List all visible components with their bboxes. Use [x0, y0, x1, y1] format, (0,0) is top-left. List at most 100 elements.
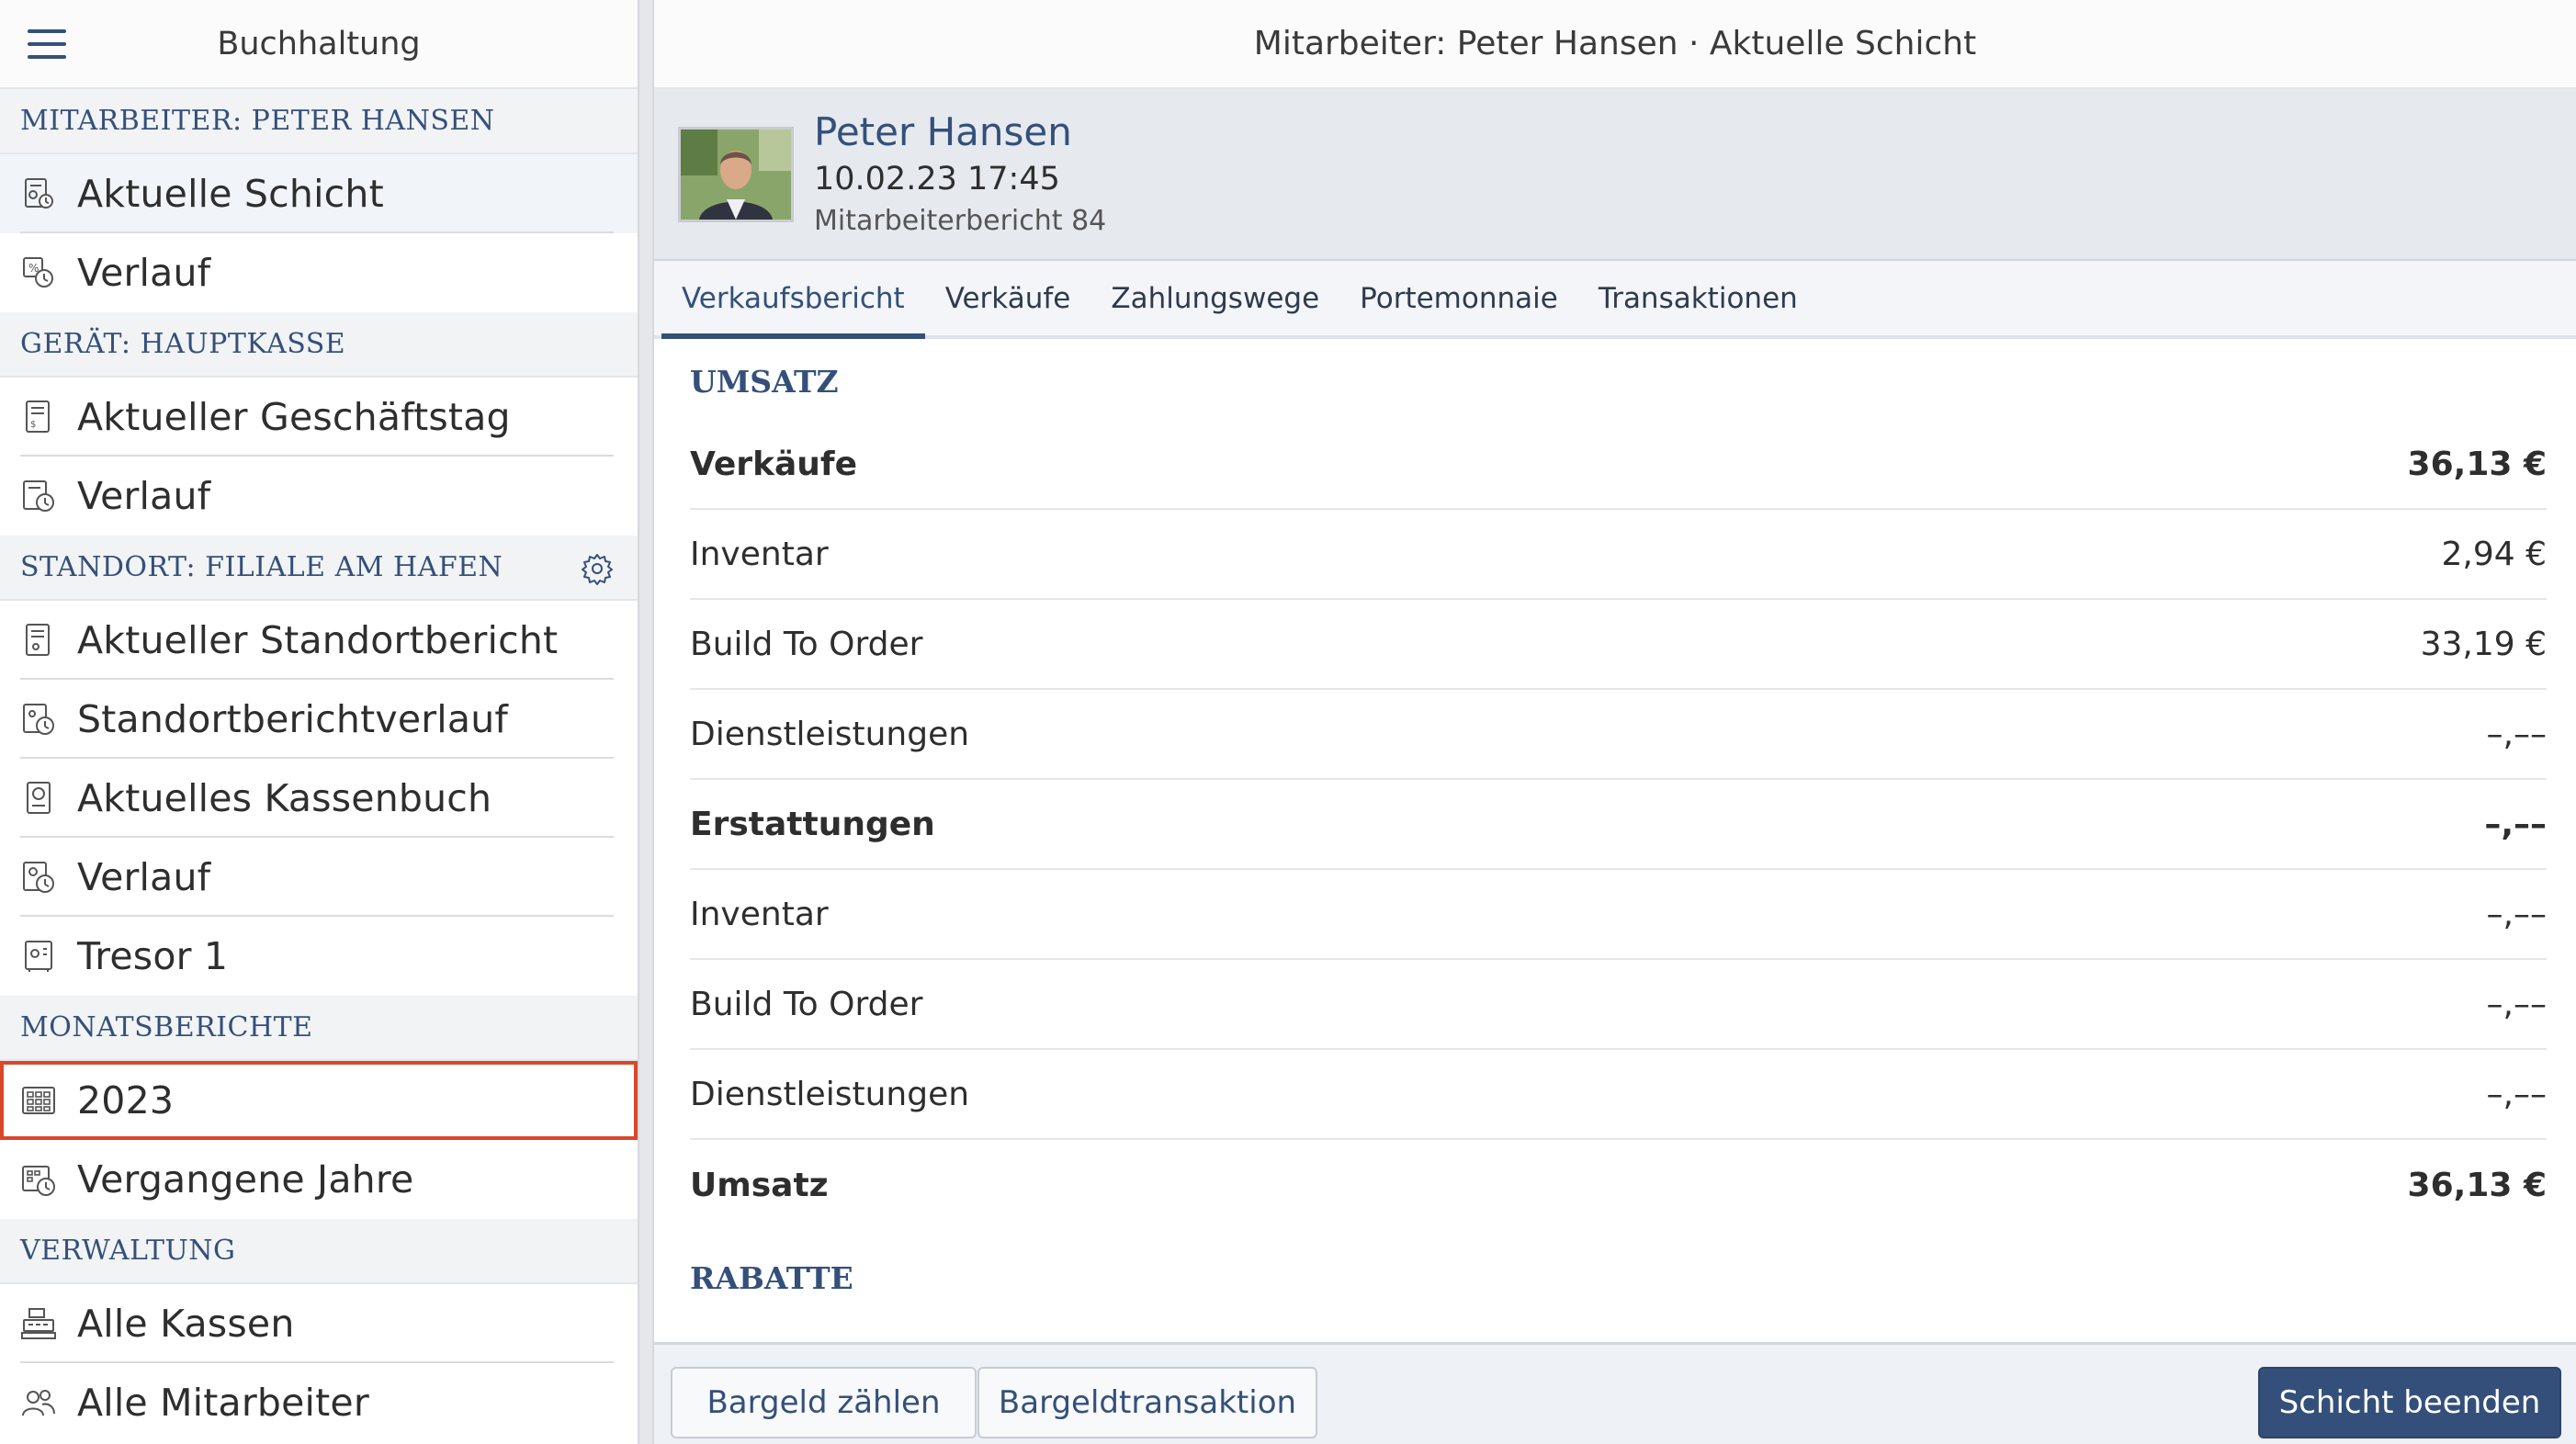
row-value: –,–– — [2486, 715, 2547, 753]
sidebar-item-current-location-report[interactable]: Aktueller Standortbericht — [0, 601, 638, 680]
history-icon — [23, 862, 54, 893]
row-label: Dienstleistungen — [690, 1075, 970, 1113]
row-label: Dienstleistungen — [690, 715, 970, 753]
sidebar-item-label: Verlauf — [77, 855, 211, 899]
row-label: Inventar — [690, 535, 829, 573]
section-label: MITARBEITER: PETER HANSEN — [20, 105, 495, 137]
sidebar-item-cashbook-history[interactable]: Verlauf — [0, 838, 638, 917]
sidebar: Buchhaltung MITARBEITER: PETER HANSEN Ak… — [0, 0, 638, 1444]
shift-report-icon — [25, 178, 53, 209]
sidebar-item-all-employees[interactable]: Alle Mitarbeiter — [0, 1363, 638, 1442]
row-value: 36,13 € — [2407, 1166, 2547, 1204]
sidebar-item-label: Verlauf — [77, 251, 211, 295]
tab-wallet[interactable]: Portemonnaie — [1339, 261, 1578, 335]
report-row-total: Umsatz 36,13 € — [690, 1140, 2547, 1230]
row-label: Verkäufe — [690, 445, 858, 483]
cashbook-icon — [27, 782, 51, 814]
sidebar-item-label: Alle Mitarbeiter — [77, 1381, 369, 1425]
sidebar-item-label: Verlauf — [77, 474, 211, 518]
section-label: STANDORT: FILIALE AM HAFEN — [20, 551, 503, 583]
sidebar-item-label: Aktuelles Kassenbuch — [77, 776, 492, 820]
row-value: –,–– — [2484, 805, 2547, 843]
sidebar-item-current-shift[interactable]: Aktuelle Schicht — [0, 154, 638, 233]
avatar — [678, 126, 794, 222]
report-row: Inventar 2,94 € — [690, 510, 2547, 600]
row-label: Umsatz — [690, 1166, 829, 1204]
section-header-device: GERÄT: HAUPTKASSE — [0, 312, 638, 378]
sidebar-item-location-report-history[interactable]: Standortberichtverlauf — [0, 680, 638, 759]
sidebar-item-label: Vergangene Jahre — [77, 1157, 414, 1201]
section-header-monthly-reports: MONATSBERICHTE — [0, 996, 638, 1061]
tab-sales-report[interactable]: Verkaufsbericht — [661, 261, 925, 339]
section-label: MONATSBERICHTE — [20, 1011, 313, 1044]
sidebar-item-label: Aktueller Geschäftstag — [77, 395, 511, 439]
report-row: Erstattungen –,–– — [690, 780, 2547, 870]
sales-report[interactable]: UMSATZ Verkäufe 36,13 € Inventar 2,94 € … — [654, 343, 2576, 1342]
tab-bar: Verkaufsbericht Verkäufe Zahlungswege Po… — [654, 261, 2576, 339]
row-value: –,–– — [2486, 1075, 2547, 1113]
sidebar-item-2023[interactable]: 2023 — [0, 1061, 638, 1140]
sidebar-item-all-registers[interactable]: Alle Kassen — [0, 1284, 638, 1363]
calendar-grid-icon — [22, 1087, 55, 1114]
count-cash-button[interactable]: Bargeld zählen — [671, 1367, 977, 1438]
receipt-icon: $ — [26, 400, 50, 433]
sidebar-item-current-cashbook[interactable]: Aktuelles Kassenbuch — [0, 759, 638, 838]
report-row: Build To Order –,–– — [690, 960, 2547, 1050]
cash-transaction-button[interactable]: Bargeldtransaktion — [977, 1367, 1317, 1438]
section-header-administration: VERWALTUNG — [0, 1219, 638, 1284]
end-shift-button[interactable]: Schicht beenden — [2258, 1367, 2561, 1438]
sidebar-item-safe[interactable]: Tresor 1 — [0, 917, 638, 996]
history-icon — [23, 704, 54, 735]
row-value: 36,13 € — [2407, 445, 2547, 483]
section-label: GERÄT: HAUPTKASSE — [20, 328, 346, 360]
section-header-location: STANDORT: FILIALE AM HAFEN — [0, 536, 638, 601]
section-title-revenue: UMSATZ — [690, 363, 839, 400]
sidebar-item-label: Standortberichtverlauf — [77, 697, 509, 741]
sidebar-item-past-years[interactable]: Vergangene Jahre — [0, 1140, 638, 1219]
tab-sales[interactable]: Verkäufe — [925, 261, 1091, 335]
location-report-icon — [26, 624, 50, 656]
row-value: –,–– — [2486, 895, 2547, 933]
split-view-divider[interactable] — [638, 0, 654, 1444]
avatar-image — [681, 129, 791, 220]
shift-datetime: 10.02.23 17:45 — [814, 160, 1060, 197]
sidebar-item-label: Alle Kassen — [77, 1302, 295, 1346]
cash-register-icon — [21, 1308, 56, 1339]
report-number: Mitarbeiterbericht 84 — [814, 204, 1107, 237]
tab-payment-methods[interactable]: Zahlungswege — [1090, 261, 1339, 335]
sidebar-item-device-history[interactable]: Verlauf — [0, 457, 638, 536]
tab-transactions[interactable]: Transaktionen — [1578, 261, 1818, 335]
employee-profile: Peter Hansen 10.02.23 17:45 Mitarbeiterb… — [654, 89, 2576, 261]
employee-name: Peter Hansen — [814, 108, 1072, 154]
sidebar-item-label: Aktueller Standortbericht — [77, 618, 559, 662]
row-label: Build To Order — [690, 985, 923, 1023]
sidebar-item-current-business-day[interactable]: $ Aktueller Geschäftstag — [0, 378, 638, 457]
row-label: Erstattungen — [690, 805, 935, 843]
main-panel: Mitarbeiter: Peter Hansen · Aktuelle Sch… — [654, 0, 2576, 1444]
gear-icon[interactable] — [581, 552, 614, 585]
users-icon — [22, 1390, 55, 1416]
app-window: Buchhaltung MITARBEITER: PETER HANSEN Ak… — [0, 0, 2576, 1444]
calendar-history-icon — [22, 1166, 55, 1196]
row-label: Build To Order — [690, 625, 923, 663]
row-value: 2,94 € — [2441, 535, 2547, 573]
report-row: Inventar –,–– — [690, 870, 2547, 960]
profile-details: Peter Hansen 10.02.23 17:45 Mitarbeiterb… — [814, 108, 1106, 241]
row-value: –,–– — [2486, 985, 2547, 1023]
report-row: Dienstleistungen –,–– — [690, 690, 2547, 780]
sidebar-item-label: 2023 — [77, 1078, 175, 1122]
sidebar-header: Buchhaltung — [0, 0, 638, 89]
sidebar-item-shift-history[interactable]: % Verlauf — [0, 233, 638, 312]
hamburger-menu-icon[interactable] — [28, 29, 66, 59]
section-title-discounts: RABATTE — [690, 1259, 853, 1296]
sidebar-item-label: Tresor 1 — [77, 934, 229, 978]
report-row: Build To Order 33,19 € — [690, 600, 2547, 690]
history-icon — [23, 480, 54, 512]
section-label: VERWALTUNG — [20, 1235, 236, 1267]
top-bar: Mitarbeiter: Peter Hansen · Aktuelle Sch… — [654, 0, 2576, 89]
report-row: Verkäufe 36,13 € — [690, 420, 2547, 510]
svg-text:$: $ — [30, 420, 36, 430]
sidebar-title: Buchhaltung — [217, 25, 421, 62]
report-row: Dienstleistungen –,–– — [690, 1050, 2547, 1140]
history-icon: % — [23, 257, 53, 288]
